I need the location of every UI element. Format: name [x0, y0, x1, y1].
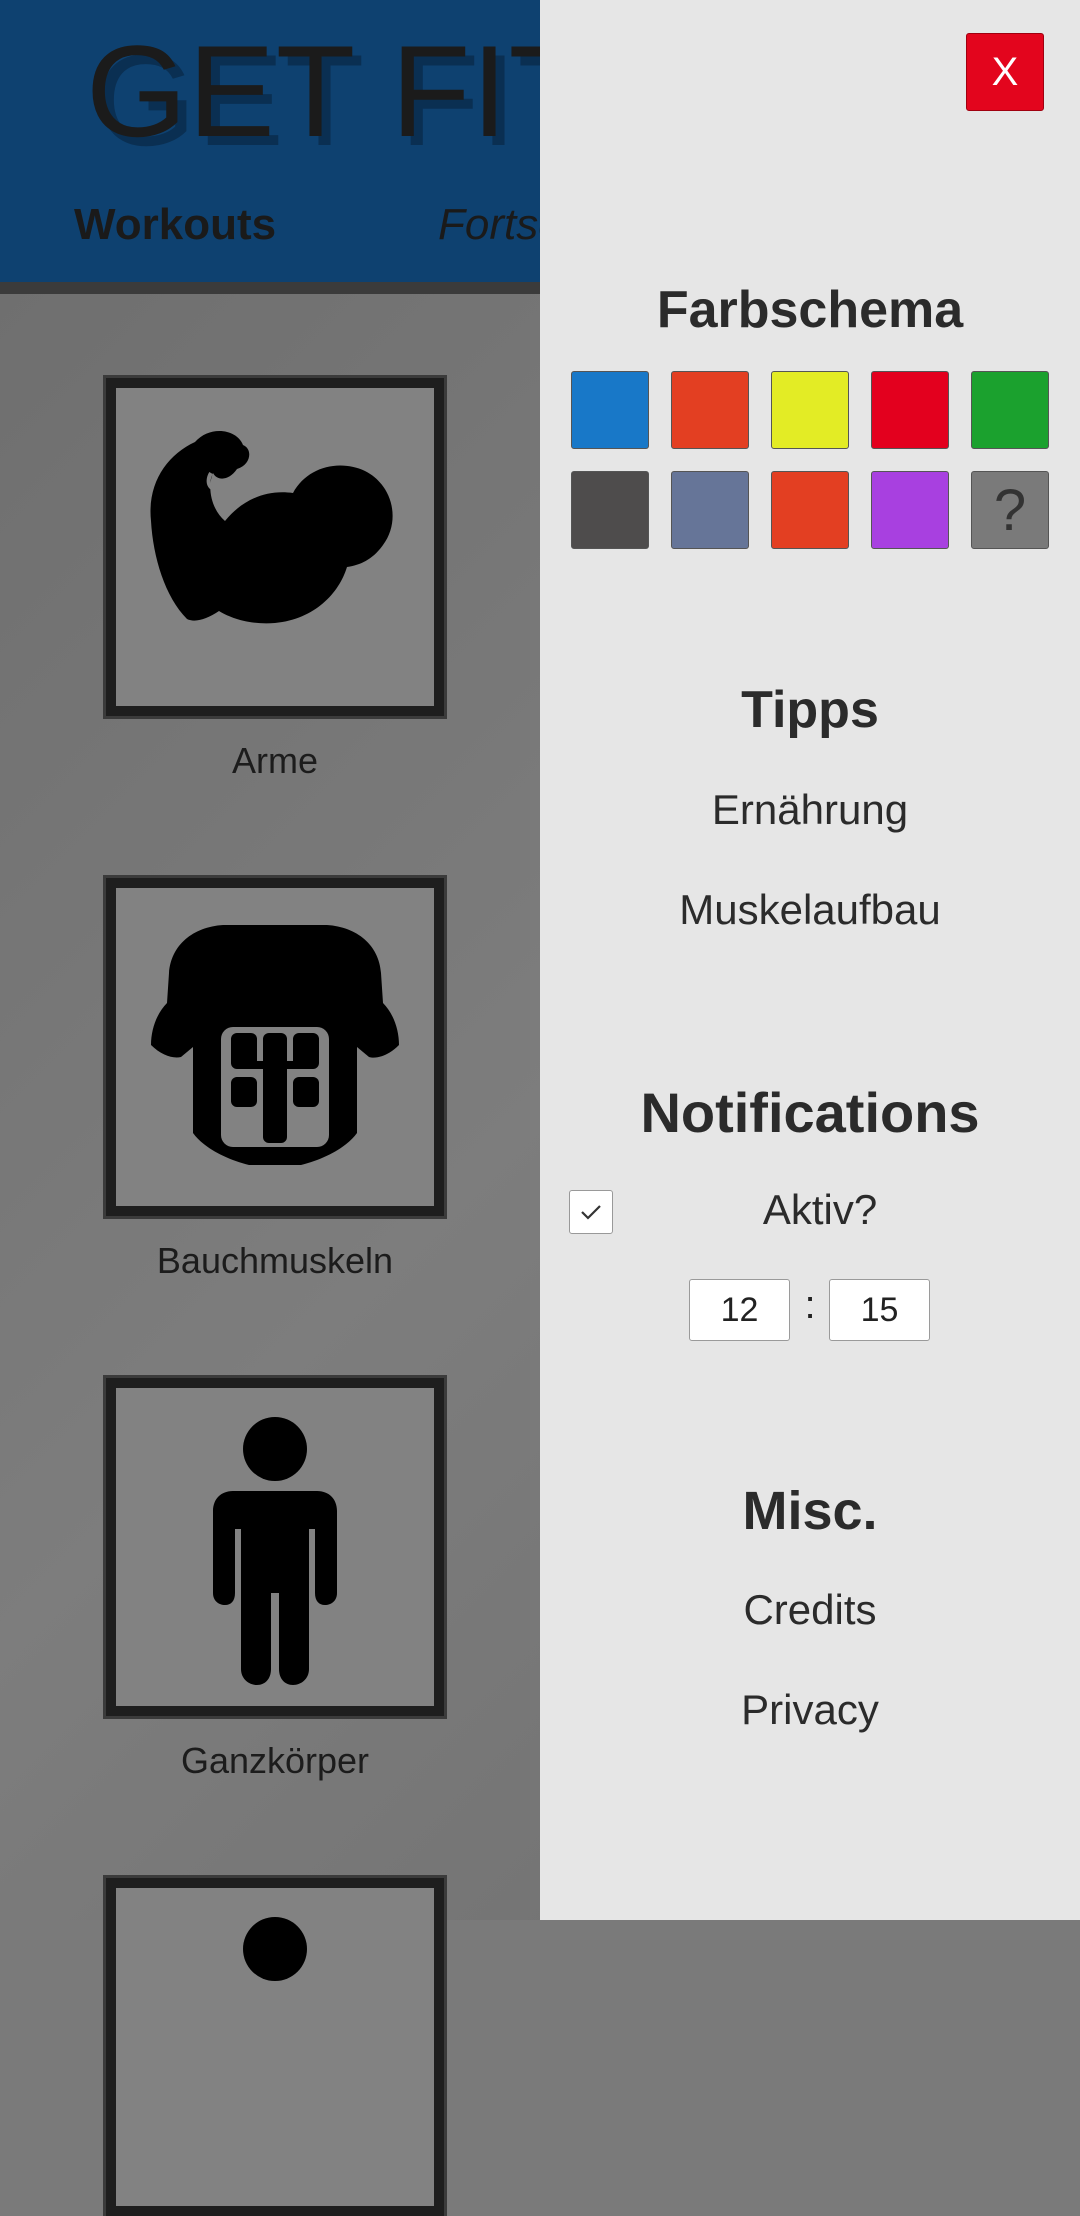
torso-abs-icon — [151, 925, 399, 1165]
color-swatch-purple[interactable] — [871, 471, 949, 549]
color-swatch-orange[interactable] — [671, 371, 749, 449]
color-swatch-red[interactable] — [871, 371, 949, 449]
color-swatch-orange-2[interactable] — [771, 471, 849, 549]
workout-label: Arme — [231, 740, 318, 781]
color-swatch-dark-gray[interactable] — [571, 471, 649, 549]
close-button[interactable]: X — [966, 33, 1044, 111]
workout-card-partial[interactable] — [106, 1878, 444, 2216]
color-swatch-slate[interactable] — [671, 471, 749, 549]
tip-link-nutrition[interactable]: Ernährung — [540, 786, 1080, 834]
workout-card-abs[interactable]: Bauchmuskeln — [106, 878, 444, 1282]
biceps-icon — [150, 430, 393, 624]
partial-icon — [243, 1917, 307, 1981]
tab-workouts[interactable]: Workouts — [74, 200, 276, 250]
workout-card-fullbody[interactable]: Ganzkörper — [106, 1378, 444, 1782]
workout-tile[interactable] — [106, 1378, 444, 1716]
color-swatch-blue[interactable] — [571, 371, 649, 449]
color-swatch-random[interactable]: ? — [971, 471, 1049, 549]
workout-card-arms[interactable]: Arme — [106, 378, 444, 782]
misc-title: Misc. — [742, 1481, 878, 1541]
notification-minute-input[interactable]: 15 — [829, 1279, 930, 1341]
notifications-active-label: Aktiv? — [762, 1186, 878, 1233]
color-swatch-green[interactable] — [971, 371, 1049, 449]
app-title: GET FIT — [86, 18, 589, 164]
misc-link-privacy[interactable]: Privacy — [540, 1686, 1080, 1734]
color-swatch-yellow[interactable] — [771, 371, 849, 449]
notifications-title: Notifications — [640, 1081, 980, 1144]
color-scheme-title: Farbschema — [656, 281, 964, 339]
tip-link-muscle-building[interactable]: Muskelaufbau — [540, 886, 1080, 934]
workout-label: Ganzkörper — [180, 1740, 370, 1781]
workout-tile[interactable] — [106, 378, 444, 716]
checkmark-icon — [581, 1205, 601, 1220]
misc-link-credits[interactable]: Credits — [540, 1586, 1080, 1634]
tips-title: Tipps — [741, 681, 879, 739]
time-separator: : — [804, 1283, 816, 1327]
workout-label: Bauchmuskeln — [156, 1240, 394, 1281]
workout-tile[interactable] — [106, 878, 444, 1216]
workout-tile[interactable] — [106, 1878, 444, 2216]
notification-hour-input[interactable]: 12 — [689, 1279, 790, 1341]
person-icon — [213, 1417, 337, 1685]
